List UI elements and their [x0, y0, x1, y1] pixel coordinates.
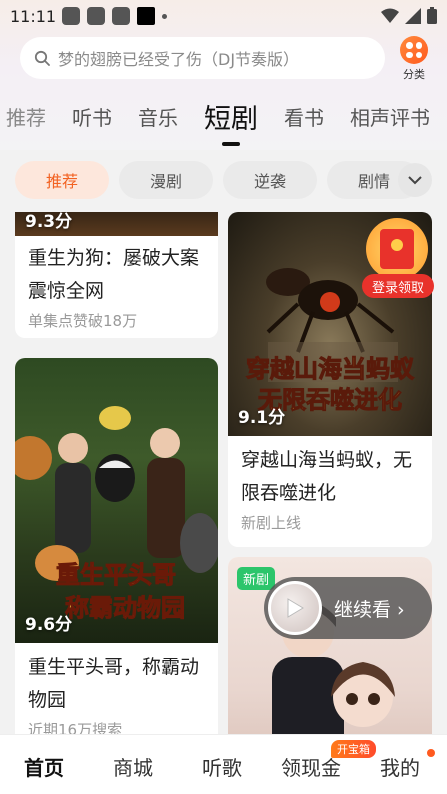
rating-score: 9.1分 [238, 408, 286, 428]
top-tabs: 推荐 听书 音乐 短剧 看书 相声评书 [0, 96, 447, 146]
open-chest-badge: 开宝箱 [331, 740, 376, 758]
search-icon [34, 50, 50, 66]
bottom-navigation: 首页 商城 听歌 领现金 我的 [0, 734, 447, 794]
system-icons [381, 7, 437, 24]
nav-listen-songs[interactable]: 听歌 [202, 752, 242, 781]
poster-image: 9.3分 [15, 212, 218, 236]
category-button[interactable]: 分类 [397, 36, 431, 82]
expand-chips-button[interactable] [398, 163, 432, 197]
chip-comic-drama[interactable]: 漫剧 [119, 161, 213, 199]
card-title: 重生为狗：屡破大案震惊全网 [28, 247, 200, 302]
drama-card[interactable]: 重生平头哥 称霸动物园 9.6分 重生平头哥，称霸动物园 近期16万搜索 [15, 358, 218, 734]
card-subtitle: 单集点赞破18万 [28, 312, 138, 330]
nav-mall[interactable]: 商城 [113, 752, 153, 781]
rating-score: 9.3分 [25, 212, 73, 232]
red-packet-icon [366, 218, 428, 280]
login-reward-label: 登录领取 [362, 274, 434, 298]
wifi-icon [381, 8, 399, 23]
continue-watching-button[interactable]: 继续看 › [264, 577, 432, 639]
battery-icon [427, 7, 437, 24]
filter-chips: 推荐 漫剧 逆袭 剧情 [0, 160, 447, 200]
poster-image: 重生平头哥 称霸动物园 9.6分 [15, 358, 218, 643]
tab-audiobook[interactable]: 听书 [72, 102, 112, 131]
signal-icon [405, 7, 421, 24]
status-time: 11:11 [10, 6, 57, 26]
tab-crosstalk[interactable]: 相声评书 [350, 102, 430, 131]
tab-music[interactable]: 音乐 [138, 102, 178, 131]
status-bar: 11:11 [0, 0, 447, 32]
grid-icon [400, 36, 428, 64]
login-reward-widget[interactable]: 登录领取 [362, 218, 434, 298]
search-placeholder: 梦的翅膀已经受了伤（DJ节奏版） [58, 50, 300, 69]
svg-text:穿越山海当蚂蚁: 穿越山海当蚂蚁 [246, 355, 415, 383]
chip-comeback[interactable]: 逆袭 [223, 161, 317, 199]
play-icon [268, 581, 322, 635]
card-subtitle: 新剧上线 [241, 514, 302, 532]
tab-short-drama[interactable]: 短剧 [204, 97, 258, 146]
card-title: 重生平头哥，称霸动物园 [28, 656, 200, 711]
svg-text:重生平头哥: 重生平头哥 [56, 561, 176, 589]
rating-score: 9.6分 [25, 615, 73, 635]
nav-profile[interactable]: 我的 [380, 752, 420, 781]
card-title: 穿越山海当蚂蚁，无限吞噬进化 [241, 449, 413, 504]
nav-home[interactable]: 首页 [24, 752, 64, 781]
tab-read[interactable]: 看书 [284, 102, 324, 131]
continue-watching-label: 继续看 › [334, 598, 405, 621]
zoo-illustration: 重生平头哥 称霸动物园 [15, 406, 218, 623]
card-subtitle: 近期16万搜索 [28, 721, 123, 734]
chevron-down-icon [408, 175, 422, 184]
app-notification-icon [137, 7, 155, 25]
more-notifications-icon [162, 13, 167, 19]
tab-recommend[interactable]: 推荐 [6, 102, 46, 131]
app-notification-icon [62, 7, 80, 25]
search-bar[interactable]: 梦的翅膀已经受了伤（DJ节奏版） [20, 37, 385, 79]
notification-icons [62, 7, 167, 25]
app-notification-icon [87, 7, 105, 25]
chip-recommend[interactable]: 推荐 [15, 161, 109, 199]
svg-text:称霸动物园: 称霸动物园 [65, 594, 185, 622]
app-notification-icon [112, 7, 130, 25]
profile-notification-dot [427, 749, 435, 757]
new-drama-badge: 新剧 [237, 567, 276, 590]
drama-card[interactable]: 9.3分 重生为狗：屡破大案震惊全网 单集点赞破18万 [15, 212, 218, 338]
category-label: 分类 [403, 68, 425, 81]
